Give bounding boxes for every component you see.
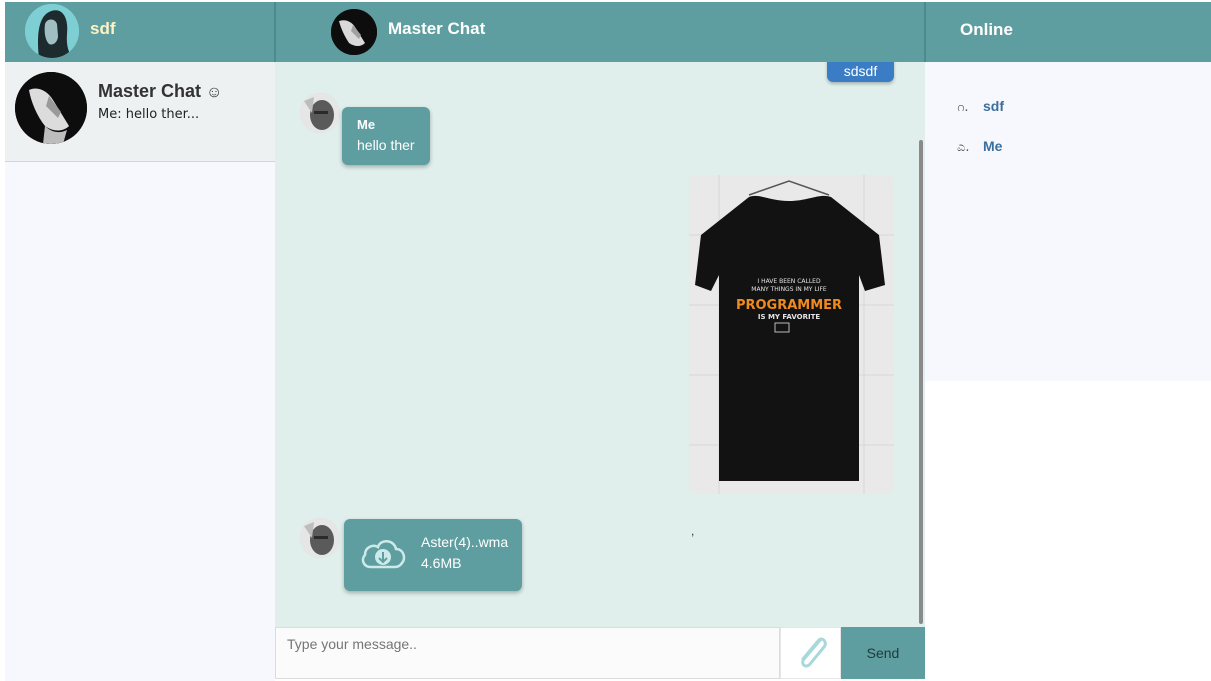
file-name: Aster(4)..wma <box>421 534 509 550</box>
message-text: hello ther <box>357 137 415 153</box>
cloud-download-icon[interactable] <box>358 533 408 578</box>
header-divider <box>924 2 926 62</box>
message-input[interactable] <box>275 627 780 679</box>
image-message[interactable]: I HAVE BEEN CALLED MANY THINGS IN MY LIF… <box>689 175 894 494</box>
attach-button[interactable] <box>780 627 841 679</box>
send-button[interactable]: Send <box>841 627 925 679</box>
current-user-name: sdf <box>90 19 116 38</box>
svg-text:I HAVE BEEN CALLED: I HAVE BEEN CALLED <box>757 278 821 285</box>
stray-text: , <box>691 524 695 538</box>
list-marker: ಎ. <box>957 140 970 155</box>
conversation-name: Master Chat ☺ <box>98 81 222 102</box>
conversation-item[interactable]: Master Chat ☺ Me: hello ther... <box>5 62 275 162</box>
sender-avatar <box>300 518 340 558</box>
sender-avatar <box>300 93 340 133</box>
conversation-preview: Me: hello ther... <box>98 107 200 122</box>
online-title: Online <box>960 20 1013 39</box>
online-user-name: sdf <box>983 98 1004 114</box>
chat-app: sdf Master Chat Online Master Chat ☺ Me:… <box>0 0 1211 681</box>
paperclip-icon <box>791 629 831 678</box>
smiley-icon: ☺ <box>206 84 223 101</box>
conversation-name-text: Master Chat <box>98 81 202 101</box>
conversation-avatar <box>15 72 87 144</box>
list-marker: ဂ. <box>957 100 969 115</box>
current-user-avatar[interactable] <box>25 4 79 58</box>
message-list[interactable]: sdsdf Me hello ther I HAVE BEEN CALLED M… <box>275 62 925 627</box>
online-user-item[interactable]: ಎ. Me <box>957 138 1002 155</box>
message-sender: Me <box>357 117 376 132</box>
chat-title: Master Chat <box>388 19 486 38</box>
header-divider <box>274 2 276 62</box>
online-user-item[interactable]: ဂ. sdf <box>957 98 1004 118</box>
file-size: 4.6MB <box>421 555 462 571</box>
svg-text:PROGRAMMER: PROGRAMMER <box>736 298 842 313</box>
svg-text:IS MY FAVORITE: IS MY FAVORITE <box>758 313 820 321</box>
top-bar: sdf Master Chat Online <box>5 2 1211 62</box>
chat-header-avatar[interactable] <box>331 9 377 55</box>
outgoing-message: sdsdf <box>827 62 894 82</box>
svg-text:MANY THINGS IN MY LIFE: MANY THINGS IN MY LIFE <box>751 286 827 293</box>
file-message[interactable]: Aster(4)..wma 4.6MB <box>344 519 522 591</box>
conversation-sidebar: Master Chat ☺ Me: hello ther... <box>5 62 275 681</box>
incoming-message: Me hello ther <box>342 107 430 165</box>
scrollbar[interactable] <box>919 140 923 624</box>
online-user-name: Me <box>983 138 1003 154</box>
online-users-panel: ဂ. sdf ಎ. Me <box>925 62 1211 381</box>
